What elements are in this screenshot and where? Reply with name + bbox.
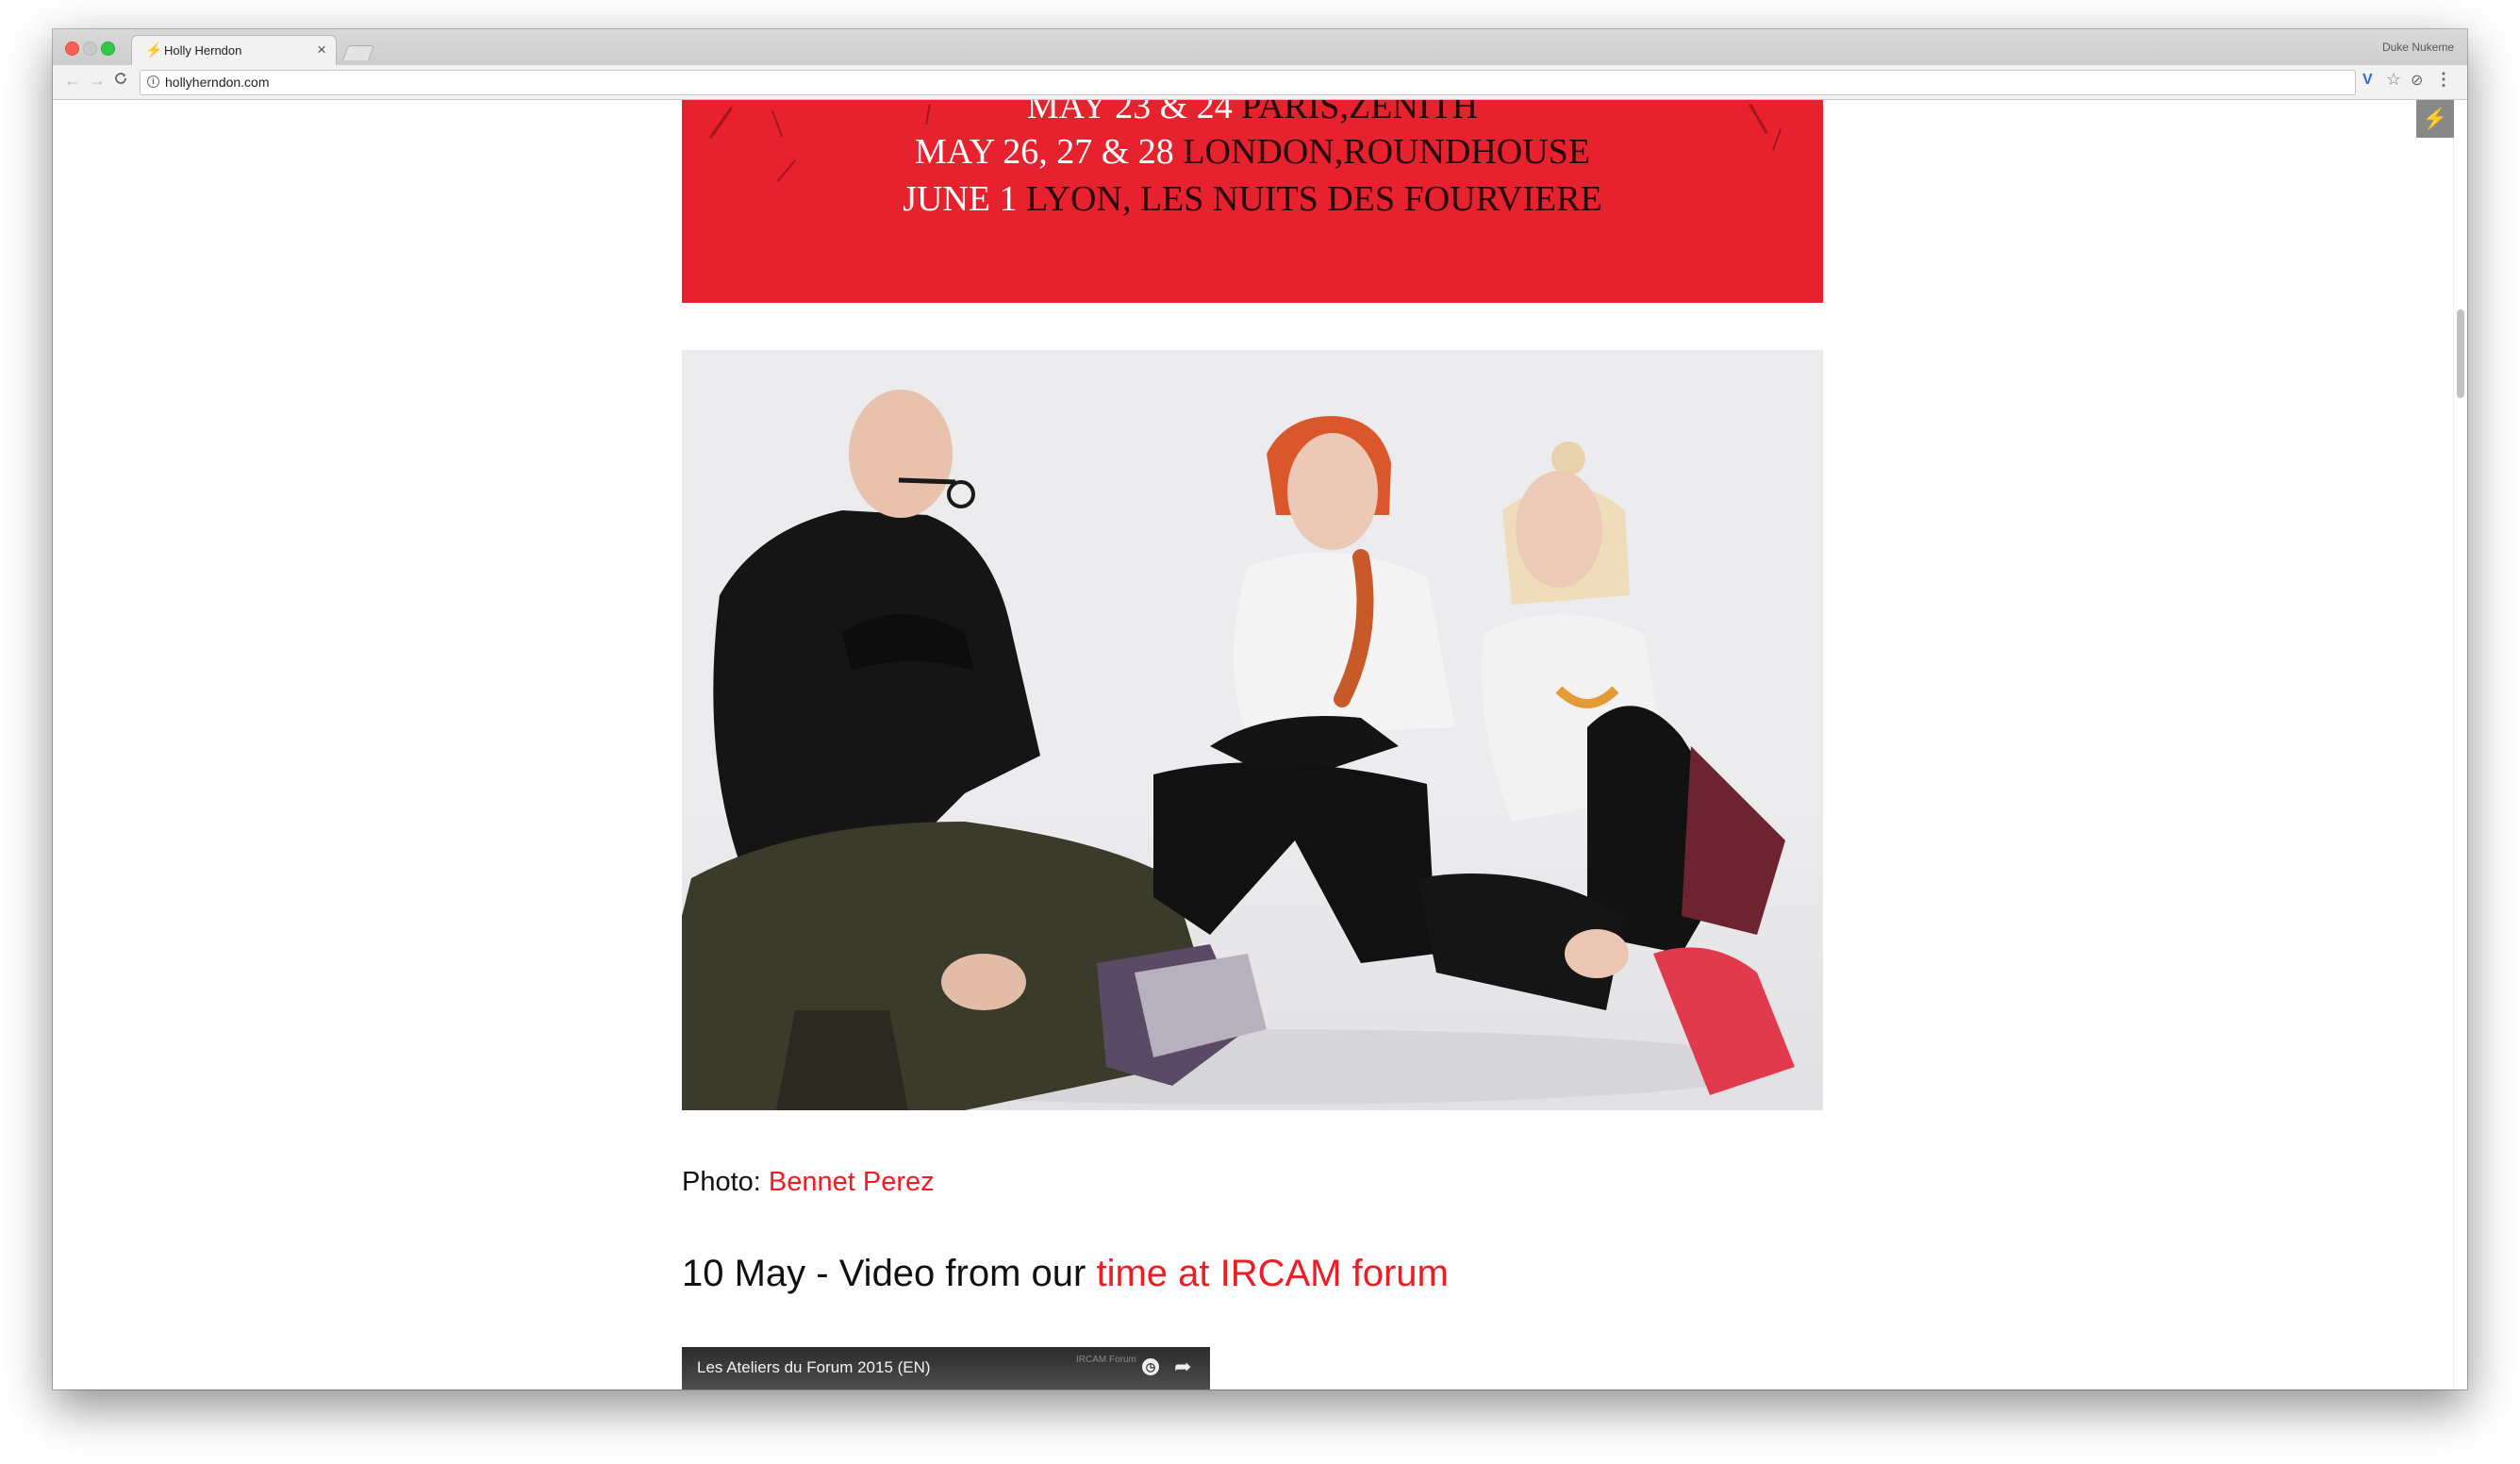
ircam-forum-link[interactable]: time at IRCAM forum [1096, 1253, 1448, 1294]
bolt-icon[interactable]: ⚡ [2416, 100, 2454, 138]
new-tab-button[interactable] [342, 45, 374, 60]
reload-icon[interactable] [113, 71, 128, 91]
info-icon[interactable]: i [147, 75, 159, 88]
person-middle-shirt [1234, 552, 1455, 737]
share-icon[interactable]: ➦ [1174, 1355, 1191, 1379]
person-left-glasses [898, 477, 956, 485]
photographer-link[interactable]: Bennet Perez [769, 1167, 935, 1197]
person-left-head [849, 390, 953, 518]
bookmark-star-icon[interactable]: ☆ [2386, 70, 2401, 90]
scrollbar[interactable] [2453, 100, 2467, 1389]
window-close-button[interactable] [65, 42, 79, 56]
person-right-shorts [1682, 746, 1785, 935]
address-bar[interactable]: i hollyherndon.com [140, 70, 2356, 95]
video-embed[interactable]: Les Ateliers du Forum 2015 (EN) IRCAM Fo… [682, 1347, 1210, 1389]
video-channel: IRCAM Forum [1076, 1355, 1136, 1365]
photo-caption: Photo: Bennet Perez [682, 1167, 935, 1198]
news-heading: 10 May - Video from our time at IRCAM fo… [682, 1253, 1449, 1295]
banner-line-paris: MAY 23 & 24 PARIS,ZENITH [682, 100, 1823, 128]
band-photo [682, 350, 1823, 1110]
tab-strip: ⚡ Holly Herndon × Duke Nukeme [53, 29, 2467, 65]
person-right-bun [1551, 441, 1585, 475]
banner-line-london: MAY 26, 27 & 28 LONDON,ROUNDHOUSE [682, 130, 1823, 174]
reload-glyph [115, 73, 126, 84]
person-left-boot [776, 1010, 908, 1110]
banner-venue: LYON, LES NUITS DES FOURVIERE [1017, 179, 1602, 219]
person-right-hand [1565, 929, 1629, 978]
person-left-torso [713, 510, 1040, 859]
band-photo-illustration [682, 390, 1795, 1110]
video-title[interactable]: Les Ateliers du Forum 2015 (EN) [697, 1358, 931, 1377]
extension-v-icon[interactable]: V [2362, 72, 2373, 89]
browser-window: ⚡ Holly Herndon × Duke Nukeme ← → i holl… [53, 29, 2467, 1389]
person-left-lens [947, 480, 975, 508]
close-icon[interactable]: × [317, 41, 326, 59]
banner-dates: MAY 26, 27 & 28 [914, 132, 1174, 172]
person-left-hand [941, 954, 1026, 1010]
back-icon[interactable]: ← [64, 71, 81, 91]
banner-venue: LONDON,ROUNDHOUSE [1173, 132, 1591, 172]
tab-title: Holly Herndon [164, 43, 242, 58]
tour-dates-banner: MAY 23 & 24 PARIS,ZENITH MAY 26, 27 & 28… [682, 100, 1823, 303]
heading-prefix: 10 May - Video from our [682, 1253, 1097, 1294]
banner-dates: JUNE 1 [903, 179, 1018, 219]
watch-later-icon[interactable]: ◷ [1142, 1358, 1159, 1375]
caption-prefix: Photo: [682, 1167, 769, 1197]
banner-dates: MAY 23 & 24 [1026, 100, 1233, 126]
person-right-head [1516, 471, 1602, 588]
profile-name[interactable]: Duke Nukeme [2382, 41, 2454, 54]
scrollbar-thumb[interactable] [2457, 309, 2464, 398]
extension-icon[interactable]: ⊘ [2411, 71, 2423, 90]
banner-line-lyon: JUNE 1 LYON, LES NUITS DES FOURVIERE [682, 177, 1823, 221]
menu-icon[interactable]: ⋮ [2435, 70, 2452, 90]
forward-icon[interactable]: → [89, 71, 106, 91]
bolt-icon: ⚡ [145, 42, 163, 58]
banner-venue: PARIS,ZENITH [1232, 100, 1479, 126]
tab-holly-herndon[interactable]: ⚡ Holly Herndon × [132, 36, 336, 65]
url-text[interactable]: hollyherndon.com [165, 75, 270, 90]
person-middle-head [1287, 433, 1378, 550]
page-viewport: MAY 23 & 24 PARIS,ZENITH MAY 26, 27 & 28… [53, 100, 2467, 1389]
window-minimize-button[interactable] [83, 42, 97, 56]
toolbar: ← → i hollyherndon.com V ☆ ⊘ ⋮ [53, 65, 2467, 100]
window-maximize-button[interactable] [101, 42, 115, 56]
person-middle-legs [1153, 762, 1436, 963]
